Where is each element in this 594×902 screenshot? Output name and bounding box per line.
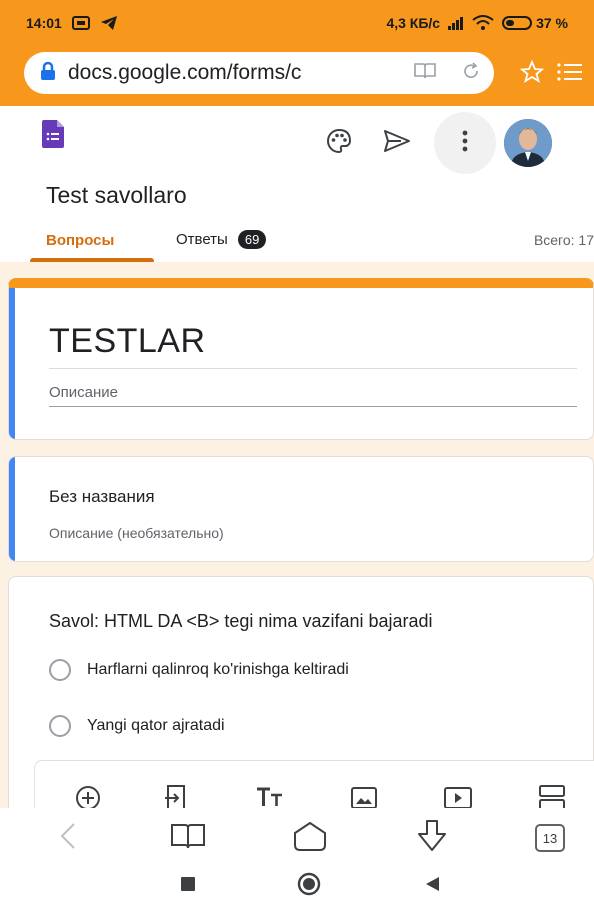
battery-indicator: 37 % — [502, 15, 568, 31]
reload-icon[interactable] — [462, 61, 480, 85]
download-arrow-icon — [417, 819, 447, 857]
form-tabs: Вопросы Ответы 69 Всего: 17 — [0, 222, 594, 262]
status-time: 14:01 — [26, 15, 62, 31]
tab-count: 13 — [535, 824, 565, 852]
question-title[interactable]: Savol: HTML DA <B> tegi nima vazifani ba… — [49, 611, 433, 632]
browser-extra-actions — [519, 59, 582, 89]
form-title[interactable]: TESTLAR — [49, 322, 206, 361]
form-header-card[interactable]: TESTLAR Описание — [8, 278, 594, 440]
bookmarks-button[interactable] — [168, 820, 208, 856]
download-button[interactable] — [412, 819, 452, 857]
section-description-field[interactable]: Описание (необязательно) — [49, 525, 224, 541]
book-icon — [171, 823, 205, 854]
lock-icon — [40, 61, 56, 86]
system-navigation-bar — [0, 864, 594, 902]
system-home-button[interactable] — [297, 872, 321, 901]
back-button[interactable] — [48, 820, 88, 856]
back-chevron-icon — [60, 822, 76, 855]
form-description-field[interactable]: Описание — [49, 384, 118, 401]
tab-questions[interactable]: Вопросы — [46, 232, 114, 249]
form-name[interactable]: Test savollaro — [46, 182, 187, 209]
notification-icon — [71, 16, 90, 30]
signal-icon — [448, 16, 464, 30]
send-icon — [383, 129, 411, 158]
address-bar[interactable]: docs.google.com/forms/c — [24, 52, 494, 94]
radio-button[interactable] — [49, 659, 71, 681]
option-label: Yangi qator ajratadi — [87, 717, 225, 734]
bookmark-star-icon[interactable] — [519, 59, 545, 89]
network-speed: 4,3 КБ/с — [386, 15, 441, 31]
status-bar: 14:01 4,3 КБ/с 37 % — [0, 0, 594, 46]
focus-accent — [9, 288, 15, 439]
radio-button[interactable] — [49, 715, 71, 737]
home-button[interactable] — [290, 820, 330, 856]
account-avatar[interactable] — [504, 119, 552, 167]
option-item[interactable]: Yangi qator ajratadi — [49, 715, 225, 737]
telegram-icon — [100, 15, 118, 31]
section-card[interactable]: Без названия Описание (необязательно) — [8, 456, 594, 562]
option-label: Harflarni qalinroq ko'rinishga keltiradi — [87, 661, 349, 678]
menu-list-icon[interactable] — [556, 61, 582, 88]
section-title[interactable]: Без названия — [49, 487, 155, 507]
send-button[interactable] — [368, 117, 426, 169]
home-icon — [292, 821, 328, 856]
total-points: Всего: 17 — [533, 232, 594, 248]
battery-icon — [502, 16, 533, 30]
description-underline — [49, 406, 577, 407]
google-forms-logo[interactable] — [42, 120, 64, 153]
more-vert-icon — [462, 130, 468, 157]
title-divider — [49, 368, 577, 369]
reader-mode-icon[interactable] — [414, 62, 436, 85]
wifi-icon — [472, 15, 494, 31]
browser-bottom-bar: 13 — [0, 808, 594, 864]
customize-theme-button[interactable] — [310, 117, 368, 169]
palette-icon — [325, 127, 353, 160]
answers-count-badge: 69 — [237, 230, 267, 249]
battery-text: 37 % — [536, 15, 568, 31]
system-back-button[interactable] — [424, 876, 440, 897]
recent-apps-button[interactable] — [180, 876, 196, 897]
tab-answers[interactable]: Ответы 69 — [176, 230, 267, 249]
section-accent — [9, 457, 15, 561]
tab-answers-label: Ответы — [176, 231, 228, 248]
forms-actions — [310, 112, 552, 174]
more-options-button[interactable] — [434, 112, 496, 174]
option-item[interactable]: Harflarni qalinroq ko'rinishga keltiradi — [49, 659, 349, 681]
battery-fill — [506, 20, 515, 26]
tabs-button[interactable]: 13 — [530, 820, 570, 856]
url-text[interactable]: docs.google.com/forms/c — [68, 61, 354, 85]
